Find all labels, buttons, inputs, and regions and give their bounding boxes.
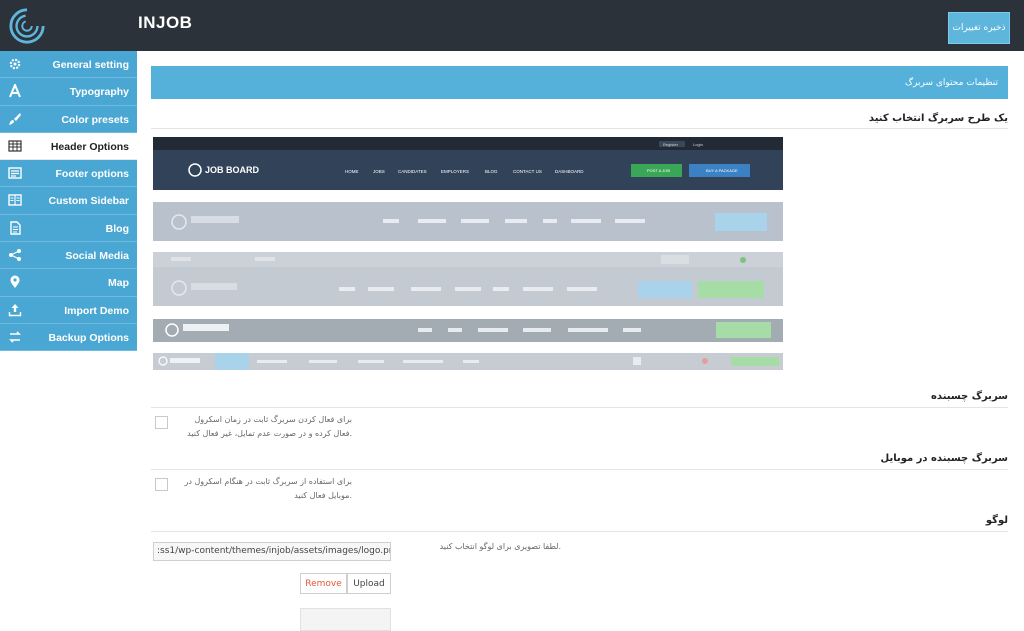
app-brand: INJOB	[138, 13, 193, 32]
share-icon	[9, 249, 21, 262]
preview-buy-package: BUY A PACKAGE	[706, 168, 738, 173]
logo-area	[0, 0, 137, 51]
header-style-option-3[interactable]	[153, 252, 783, 306]
sidebar-item-label: Map	[108, 277, 129, 290]
preview-nav-employers: EMPLOYERS	[441, 169, 469, 174]
sidebar-item-footer-options[interactable]: Footer options	[0, 160, 137, 188]
sidebar-item-typography[interactable]: Typography	[0, 78, 137, 106]
sticky-mobile-checkbox[interactable]	[155, 478, 168, 491]
divider	[151, 128, 1008, 129]
sticky-header-checkbox[interactable]	[155, 416, 168, 429]
options-sidebar: General setting Typography Color presets…	[0, 51, 137, 631]
sidebar-item-label: Header Options	[50, 140, 129, 153]
sticky-header-description: برای فعال کردن سربرگ ثابت در زمان اسکرول…	[187, 415, 352, 438]
logo-url-input[interactable]: :ss1/wp-content/themes/injob/assets/imag…	[153, 542, 391, 561]
columns-icon	[8, 194, 22, 207]
logo-preview	[300, 608, 391, 631]
sticky-mobile-description: برای استفاده از سربرگ ثابت در هنگام اسکر…	[184, 477, 352, 500]
upload-logo-button[interactable]: Upload	[347, 573, 391, 594]
sidebar-item-label: Color presets	[61, 113, 129, 126]
letter-a-icon	[9, 84, 21, 98]
remove-logo-button[interactable]: Remove	[300, 573, 347, 594]
logo-heading: لوگو	[985, 515, 1008, 526]
sidebar-item-general-setting[interactable]: General setting	[0, 51, 137, 79]
gear-icon	[9, 58, 21, 70]
preview-nav-blog: BLOG	[485, 169, 498, 174]
sidebar-item-map[interactable]: Map	[0, 269, 137, 297]
list-icon	[8, 167, 22, 179]
upload-icon	[8, 303, 22, 316]
header-style-option-4[interactable]	[153, 319, 783, 342]
sidebar-item-backup-options[interactable]: Backup Options	[0, 323, 137, 352]
preview-register: Register	[663, 142, 679, 147]
sidebar-item-label: General setting	[52, 59, 129, 71]
sidebar-item-label: Social Media	[65, 250, 129, 263]
main-panel: تنظیمات محتوای سربرگ یک طرح سربرگ انتخاب…	[137, 51, 1024, 631]
sidebar-item-label: Custom Sidebar	[48, 195, 129, 208]
exchange-icon	[9, 331, 21, 343]
header-style-option-1[interactable]: JOB BOARD HOME JOBS CANDIDATES EMPLOYERS…	[153, 137, 783, 190]
divider	[151, 469, 1008, 470]
section-title-bar: تنظیمات محتوای سربرگ	[151, 66, 1008, 99]
preview-brand: JOB BOARD	[205, 165, 260, 175]
sticky-mobile-heading: سربرگ چسبنده در موبایل	[880, 453, 1008, 464]
sidebar-item-label: Typography	[69, 86, 129, 99]
top-bar: INJOB ذخیره تغییرات	[0, 0, 1024, 51]
sidebar-item-label: Import Demo	[64, 304, 129, 317]
sidebar-item-label: Backup Options	[48, 331, 129, 344]
save-changes-button[interactable]: ذخیره تغییرات	[948, 12, 1010, 44]
sidebar-item-social-media[interactable]: Social Media	[0, 242, 137, 270]
header-style-option-2[interactable]	[153, 202, 783, 241]
logo-description: لطفا تصویری برای لوگو انتخاب کنید.	[439, 542, 561, 551]
injob-logo-icon	[9, 8, 45, 44]
document-icon	[10, 221, 21, 235]
sidebar-item-blog[interactable]: Blog	[0, 214, 137, 243]
divider	[151, 531, 1008, 532]
divider	[151, 407, 1008, 408]
sidebar-item-custom-sidebar[interactable]: Custom Sidebar	[0, 187, 137, 215]
preview-nav-jobs: JOBS	[373, 169, 385, 174]
sidebar-item-label: Footer options	[55, 168, 130, 181]
sidebar-item-label: Blog	[105, 222, 129, 235]
preview-login: Login	[693, 142, 703, 147]
header-style-option-5[interactable]	[153, 353, 783, 370]
table-icon	[8, 140, 22, 152]
preview-post-job: POST A JOB	[647, 168, 670, 173]
preview-nav-contact: CONTACT US	[513, 169, 542, 174]
preview-nav-dashboard: DASHBOARD	[555, 169, 584, 174]
brush-icon	[9, 112, 21, 125]
preview-nav-candidates: CANDIDATES	[398, 169, 427, 174]
section-title: تنظیمات محتوای سربرگ	[904, 77, 998, 88]
header-style-heading: یک طرح سربرگ انتخاب کنید	[868, 113, 1008, 124]
sticky-header-heading: سربرگ چسبنده	[931, 391, 1008, 402]
preview-nav-home: HOME	[345, 169, 359, 174]
map-pin-icon	[10, 275, 20, 289]
sidebar-item-header-options[interactable]: Header Options	[0, 132, 137, 161]
sidebar-item-import-demo[interactable]: Import Demo	[0, 296, 137, 324]
sidebar-item-color-presets[interactable]: Color presets	[0, 105, 137, 133]
